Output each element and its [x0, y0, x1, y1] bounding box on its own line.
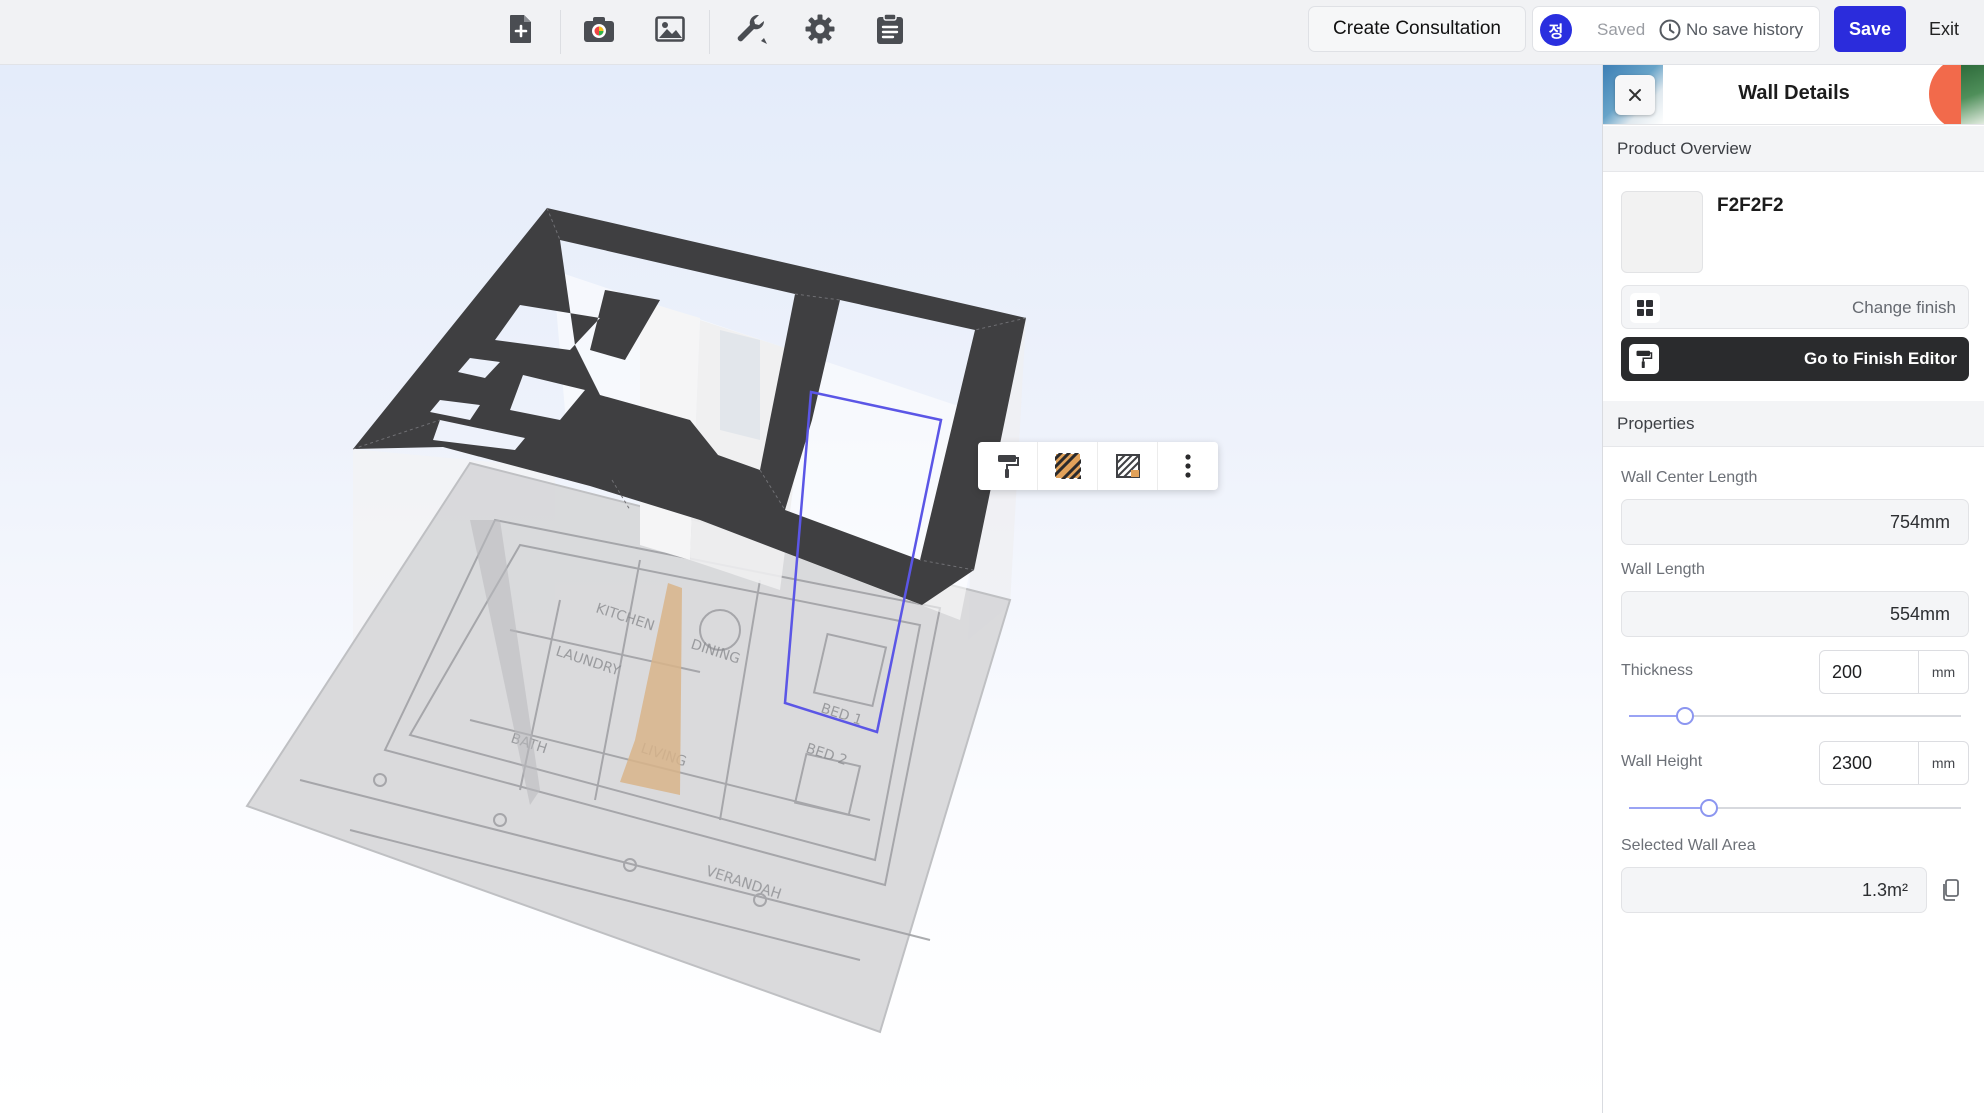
finish-swatch [1621, 191, 1703, 273]
wall-details-panel: Wall Details Product Overview F2F2F2 Cha… [1602, 65, 1984, 1113]
selected-wall-area-field: 1.3m² [1621, 867, 1927, 913]
more-vertical-icon[interactable] [1158, 442, 1218, 490]
camera-icon[interactable] [574, 8, 624, 50]
wall-context-toolbar [978, 442, 1218, 490]
toolbar-divider [709, 10, 710, 54]
paint-roller-icon [1629, 344, 1659, 374]
hatch-outline-icon[interactable] [1098, 442, 1158, 490]
thickness-slider[interactable] [1629, 707, 1961, 725]
finish-editor-label: Go to Finish Editor [1804, 349, 1957, 368]
wall-length-label: Wall Length [1621, 561, 1705, 578]
image-icon[interactable] [645, 8, 695, 50]
gear-icon[interactable] [795, 8, 845, 50]
thickness-slider-thumb[interactable] [1676, 707, 1694, 725]
wall-center-length-label: Wall Center Length [1621, 469, 1758, 486]
wall-height-unit: mm [1918, 741, 1969, 785]
hatch-fill-icon[interactable] [1038, 442, 1098, 490]
product-overview-heading: Product Overview [1603, 126, 1984, 172]
selected-wall-area-label: Selected Wall Area [1621, 837, 1756, 854]
wall-height-input[interactable]: 2300 [1819, 741, 1919, 785]
floor-plan-3d-model[interactable]: KITCHEN DINING LAUNDRY BATH LIVING BED 1… [0, 65, 1602, 1113]
copy-icon[interactable] [1941, 879, 1959, 906]
saved-status: Saved [1597, 20, 1646, 39]
grid-icon [1630, 293, 1660, 323]
change-finish-label: Change finish [1852, 298, 1956, 317]
exit-button[interactable]: Exit [1918, 6, 1970, 52]
thickness-unit: mm [1918, 650, 1969, 694]
wall-length-field: 554mm [1621, 591, 1969, 637]
panel-header: Wall Details [1603, 65, 1984, 125]
finish-editor-button[interactable]: Go to Finish Editor [1621, 337, 1969, 381]
wall-height-label: Wall Height [1621, 753, 1703, 770]
clock-icon [1659, 19, 1681, 46]
wall-center-length-field: 754mm [1621, 499, 1969, 545]
wall-height-slider-fill [1629, 807, 1709, 809]
3d-viewport[interactable]: KITCHEN DINING LAUNDRY BATH LIVING BED 1… [0, 65, 1602, 1113]
thickness-label: Thickness [1621, 662, 1694, 679]
change-finish-button[interactable]: Change finish [1621, 285, 1969, 329]
finish-code: F2F2F2 [1717, 195, 1784, 216]
clipboard-icon[interactable] [865, 8, 915, 50]
panel-title: Wall Details [1738, 82, 1850, 104]
avatar[interactable]: 정 [1540, 14, 1572, 46]
properties-heading: Properties [1603, 401, 1984, 447]
save-button[interactable]: Save [1834, 6, 1906, 52]
toolbar-divider [560, 10, 561, 54]
wall-height-slider-thumb[interactable] [1700, 799, 1718, 817]
save-history-link[interactable]: No save history [1686, 20, 1803, 40]
wall-height-slider[interactable] [1629, 799, 1961, 817]
save-status-group: 정 Saved No save history [1532, 6, 1820, 52]
top-toolbar: Create Consultation 정 Saved No save hist… [0, 0, 1984, 65]
create-consultation-button[interactable]: Create Consultation [1308, 6, 1526, 52]
new-page-icon[interactable] [496, 8, 546, 50]
thickness-input[interactable]: 200 [1819, 650, 1919, 694]
wrench-icon[interactable] [726, 8, 776, 50]
paint-roller-icon[interactable] [978, 442, 1038, 490]
